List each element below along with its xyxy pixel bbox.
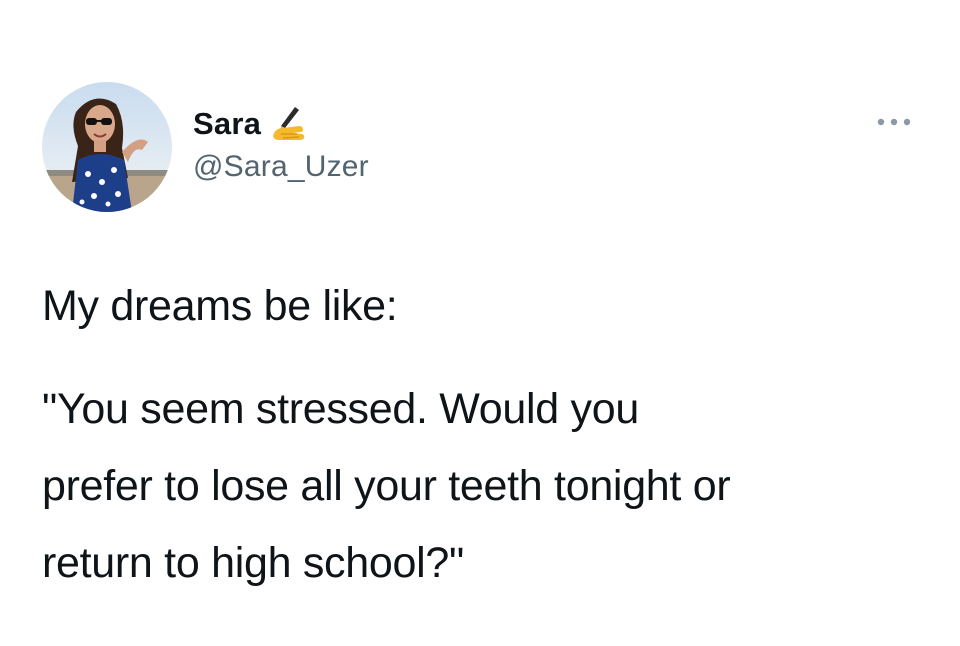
tweet-text-line: My dreams be like:: [42, 282, 398, 330]
avatar[interactable]: [42, 82, 172, 212]
display-name-row[interactable]: Sara: [193, 102, 309, 146]
display-name[interactable]: Sara: [193, 106, 261, 142]
tweet-text-line: return to high school?": [42, 539, 464, 587]
tweet-text-line: "You seem stressed. Would you: [42, 385, 639, 433]
writing-hand-icon: [269, 104, 309, 144]
avatar-photo: [42, 82, 172, 212]
tweet-card: Sara @Sara_Uzer My dreams be like: "You …: [0, 0, 960, 646]
tweet-text-line: prefer to lose all your teeth tonight or: [42, 462, 731, 510]
more-options-icon[interactable]: [875, 112, 915, 132]
user-handle[interactable]: @Sara_Uzer: [193, 150, 369, 184]
